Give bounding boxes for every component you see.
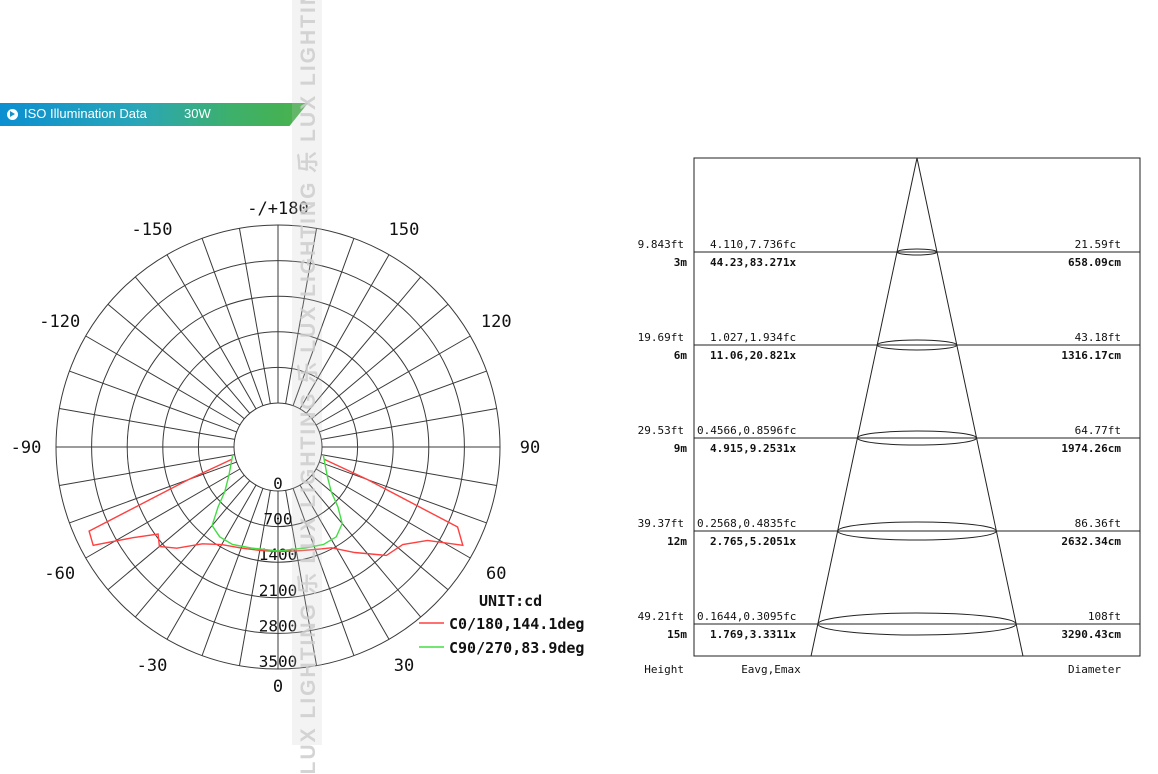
row-height-m: 9m bbox=[674, 442, 688, 455]
illumination-table-chart: 9.843ft 3m 4.110,7.736fc 44.23,83.271x 21.59… bbox=[638, 157, 1141, 676]
cone-right-edge bbox=[916, 157, 1024, 657]
row-e-lx: 4.915,9.2531x bbox=[710, 442, 796, 455]
row-height-ft: 9.843ft bbox=[638, 238, 684, 251]
row-e-lx: 11.06,20.821x bbox=[710, 349, 796, 362]
row-e-lx: 44.23,83.271x bbox=[710, 256, 796, 269]
row-height-m: 3m bbox=[674, 256, 688, 269]
row-e-fc: 0.1644,0.3095fc bbox=[697, 610, 796, 623]
row-e-fc: 0.2568,0.4835fc bbox=[697, 517, 796, 530]
row-e-fc: 4.110,7.736fc bbox=[710, 238, 796, 251]
column-header: Height bbox=[644, 663, 684, 676]
row-height-ft: 29.53ft bbox=[638, 424, 684, 437]
column-header: Eavg,Emax bbox=[741, 663, 801, 676]
row-d-cm: 658.09cm bbox=[1068, 256, 1121, 269]
row-height-ft: 19.69ft bbox=[638, 331, 684, 344]
row-e-fc: 0.4566,0.8596fc bbox=[697, 424, 796, 437]
row-d-ft: 21.59ft bbox=[1075, 238, 1121, 251]
row-height-m: 6m bbox=[674, 349, 688, 362]
row-e-lx: 1.769,3.3311x bbox=[710, 628, 796, 641]
row-d-ft: 108ft bbox=[1088, 610, 1121, 623]
row-d-cm: 2632.34cm bbox=[1061, 535, 1121, 548]
row-e-fc: 1.027,1.934fc bbox=[710, 331, 796, 344]
row-d-cm: 1316.17cm bbox=[1061, 349, 1121, 362]
cone-left-edge bbox=[810, 157, 918, 657]
row-height-m: 12m bbox=[667, 535, 687, 548]
row-d-ft: 86.36ft bbox=[1075, 517, 1121, 530]
row-d-cm: 3290.43cm bbox=[1061, 628, 1121, 641]
row-height-m: 15m bbox=[667, 628, 687, 641]
column-header: Diameter bbox=[1068, 663, 1121, 676]
row-d-cm: 1974.26cm bbox=[1061, 442, 1121, 455]
watermark: LUX LIGHTING 乐 LUX LIGHTING 乐 LUX LIGHTI… bbox=[292, 0, 322, 774]
row-d-ft: 64.77ft bbox=[1075, 424, 1121, 437]
table-frame bbox=[693, 157, 1141, 657]
row-height-ft: 49.21ft bbox=[638, 610, 684, 623]
row-d-ft: 43.18ft bbox=[1075, 331, 1121, 344]
row-height-ft: 39.37ft bbox=[638, 517, 684, 530]
watermark-text: LUX LIGHTING 乐 LUX LIGHTING 乐 LUX LIGHTI… bbox=[297, 0, 320, 774]
row-e-lx: 2.765,5.2051x bbox=[710, 535, 796, 548]
